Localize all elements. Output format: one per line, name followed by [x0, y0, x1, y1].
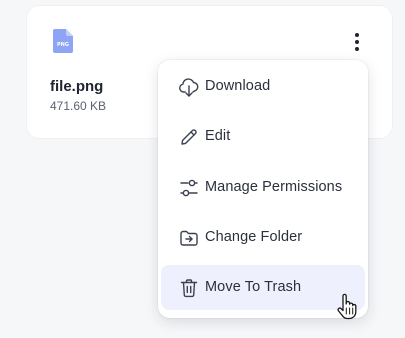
more-options-icon[interactable]	[347, 30, 367, 54]
file-size: 471.60 KB	[50, 99, 107, 113]
menu-item-change-folder[interactable]: Change Folder	[161, 215, 365, 260]
hand-pointer-cursor-icon	[337, 293, 357, 320]
sliders-icon	[180, 179, 198, 197]
menu-item-label: Download	[205, 78, 271, 94]
file-context-menu: Download Edit Manage Permissions Change …	[158, 60, 368, 318]
cloud-download-icon	[179, 78, 199, 97]
menu-item-manage-permissions[interactable]: Manage Permissions	[161, 165, 365, 210]
folder-move-icon	[180, 230, 198, 246]
menu-item-label: Edit	[205, 128, 231, 144]
menu-item-label: Move To Trash	[205, 279, 302, 295]
menu-item-edit[interactable]: Edit	[161, 114, 365, 159]
trash-icon	[180, 279, 198, 298]
menu-item-label: Manage Permissions	[205, 179, 343, 195]
file-name: file.png	[50, 78, 104, 95]
file-type-badge: PNG	[57, 42, 69, 48]
pencil-icon	[181, 129, 197, 145]
menu-item-label: Change Folder	[205, 229, 303, 245]
stage: PNG file.png 471.60 KB Download Edit Man…	[0, 0, 405, 338]
png-file-icon: PNG	[53, 29, 73, 53]
menu-item-download[interactable]: Download	[161, 64, 365, 109]
